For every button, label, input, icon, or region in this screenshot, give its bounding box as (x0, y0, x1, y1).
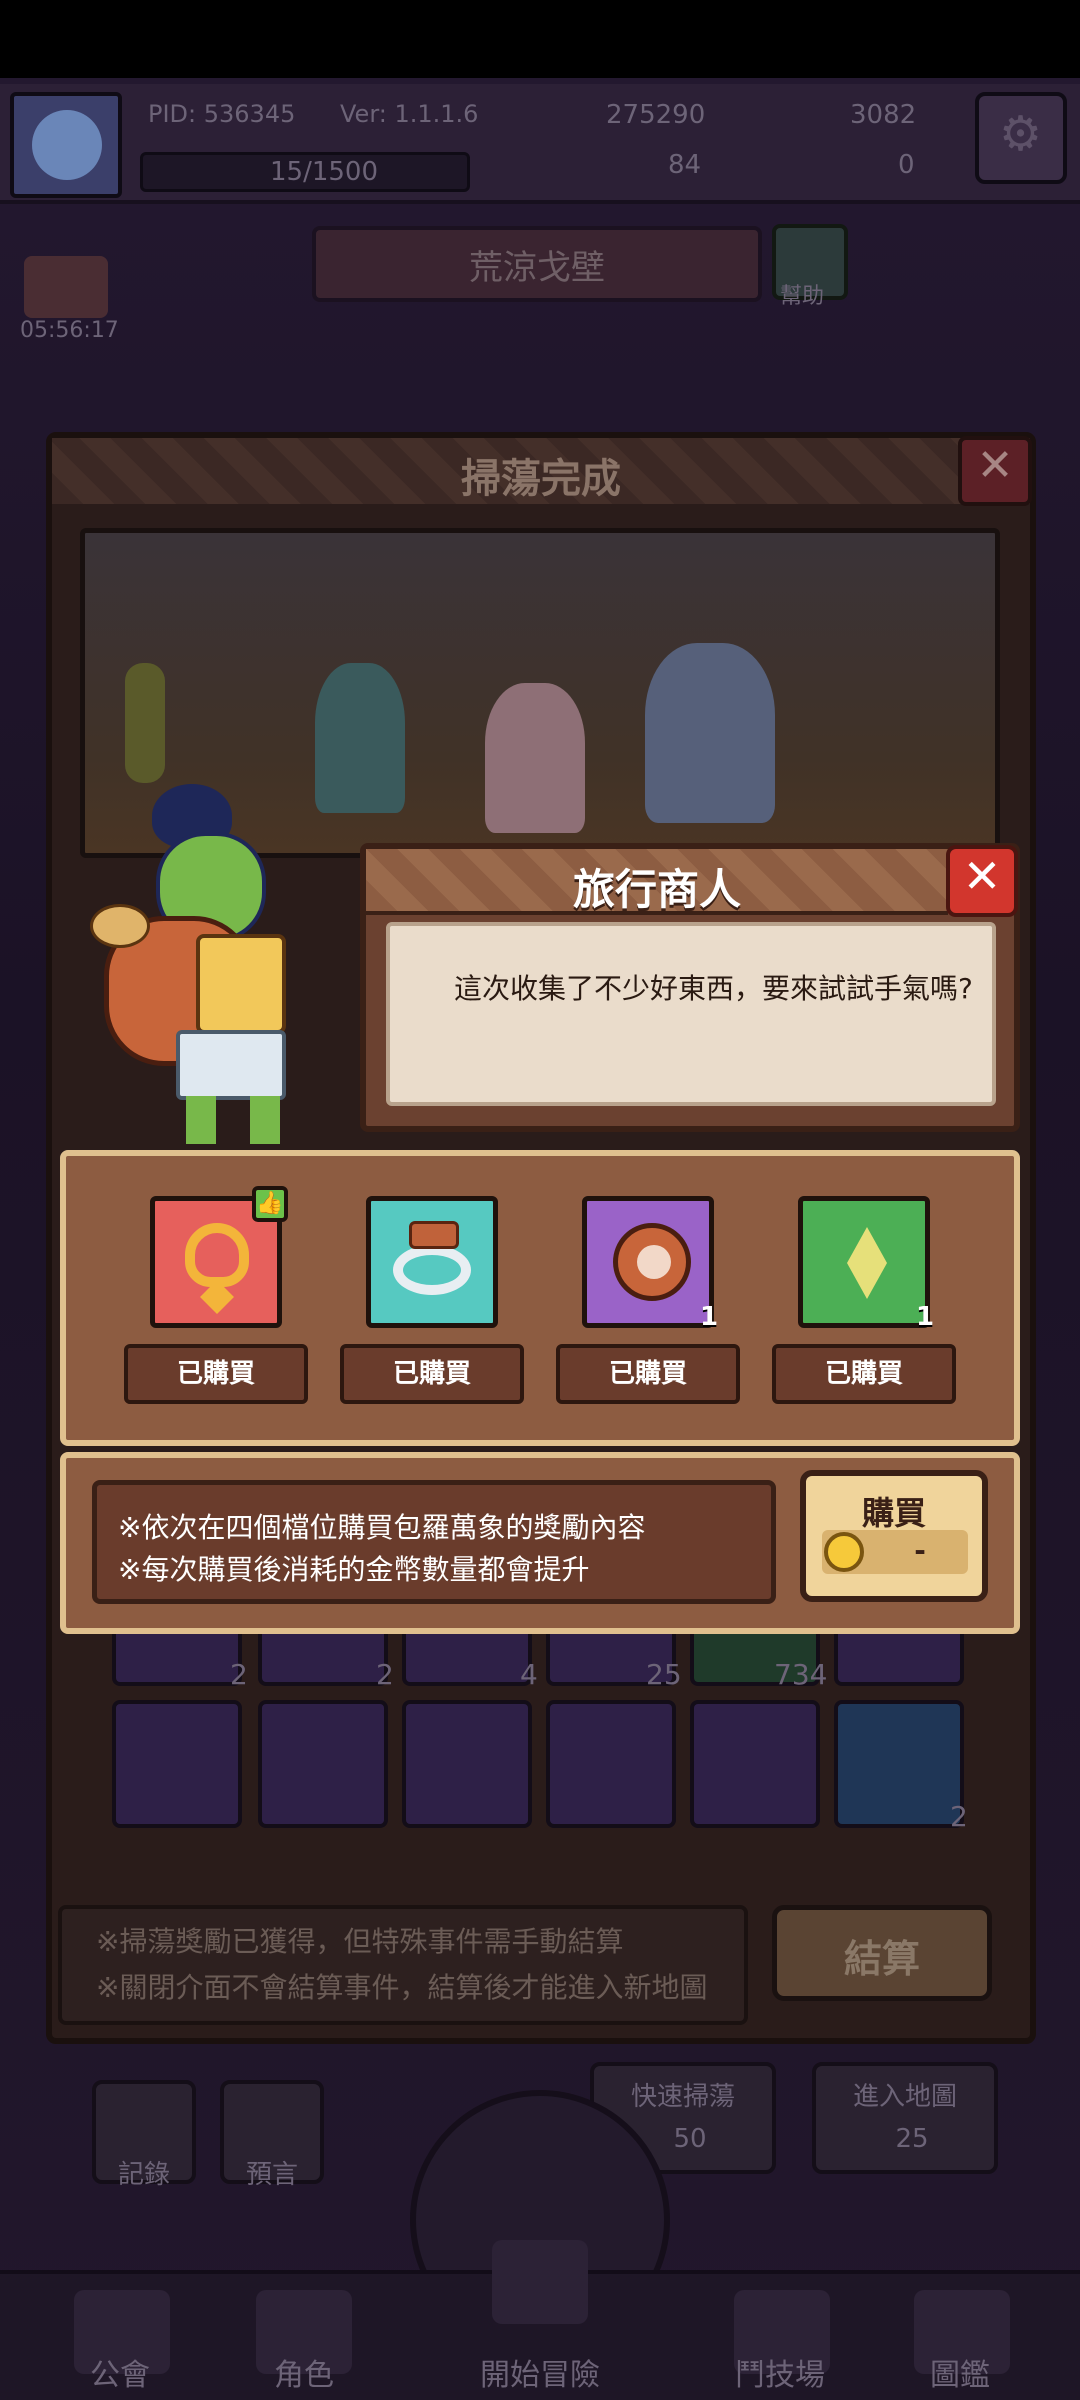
slot-bought-button[interactable]: 已購買 (556, 1344, 740, 1404)
yellow-crystal-icon[interactable] (798, 1196, 930, 1328)
fast-sweep-cost: 50 (673, 2124, 707, 2154)
merchant-info-line-2: ※每次購買後消耗的金幣數量都會提升 (118, 1553, 590, 1586)
cactus-icon (125, 663, 165, 783)
magnifier-icon[interactable] (492, 2240, 588, 2324)
slot-count: 1 (916, 1302, 935, 1332)
inventory-count: 2 (376, 1658, 394, 1691)
xp-text: 15/1500 (270, 157, 379, 187)
nav-codex[interactable]: 圖鑑 (890, 2350, 1030, 2394)
help-label: 幫助 (780, 284, 825, 309)
inventory-count: 2 (950, 1800, 968, 1833)
gold-coin-icon (824, 1532, 864, 1572)
slot-bought-button[interactable]: 已購買 (772, 1344, 956, 1404)
inventory-item[interactable] (258, 1630, 388, 1686)
boots-item-icon[interactable] (690, 1700, 820, 1828)
sweep-title: 掃蕩完成 (461, 456, 621, 502)
gift-event-icon[interactable] (24, 256, 108, 318)
amulet-heart-shape (185, 1223, 249, 1287)
game-version: Ver: 1.1.1.6 (340, 100, 479, 128)
merchant-shirt (196, 934, 286, 1034)
hero-bunny-icon (315, 663, 405, 813)
other-resource-count: 0 (898, 150, 915, 180)
merchant-speech-box (386, 922, 996, 1106)
player-id: PID: 536345 (148, 100, 296, 128)
close-icon: ✕ (976, 440, 1014, 491)
hero-catgirl-icon (485, 683, 585, 833)
bedroll-icon (90, 904, 150, 948)
preset-label: 預言 (245, 2160, 298, 2190)
necklace-item-icon[interactable] (112, 1700, 242, 1828)
meat-bone (637, 1245, 671, 1279)
merchant-leg (186, 1096, 216, 1144)
merchant-speech-text: 這次收集了不少好東西，要來試試手氣嗎? (454, 972, 973, 1005)
record-label: 記錄 (117, 2160, 170, 2190)
glove-item-icon[interactable] (546, 1700, 676, 1828)
enter-map-label: 進入地圖 (852, 2082, 957, 2112)
slot-bought-button[interactable]: 已購買 (124, 1344, 308, 1404)
gold-count: 275290 (606, 100, 706, 130)
settle-note-2: ※關閉介面不會結算事件，結算後才能進入新地圖 (96, 1971, 708, 2004)
settle-label: 結算 (843, 1937, 920, 1981)
buy-price: - (914, 1534, 926, 1567)
gem-count: 3082 (850, 100, 917, 130)
ring-band (393, 1245, 471, 1295)
inventory-count: 25 (646, 1658, 682, 1691)
meat-icon[interactable] (582, 1196, 714, 1328)
inventory-count: 4 (520, 1658, 538, 1691)
hood-item-icon[interactable] (258, 1700, 388, 1828)
diamond-ring-icon[interactable] (366, 1196, 498, 1328)
thumbs-up-icon: 👍 (252, 1186, 288, 1222)
bow-item-icon[interactable] (834, 1700, 964, 1828)
green-resource-count: 84 (668, 150, 702, 180)
inventory-item[interactable] (834, 1630, 964, 1686)
settle-note-1: ※掃蕩獎勵已獲得，但特殊事件需手動結算 (96, 1925, 624, 1958)
merchant-character (90, 784, 326, 1146)
nav-start-adventure[interactable]: 開始冒險 (430, 2350, 650, 2394)
crystal-shape (847, 1227, 887, 1299)
close-icon: ✕ (962, 849, 1002, 903)
slot-bought-button[interactable]: 已購買 (340, 1344, 524, 1404)
merchant-shorts (176, 1030, 286, 1100)
inventory-item[interactable] (112, 1630, 242, 1686)
enter-map-cost: 25 (895, 2124, 929, 2154)
inventory-item[interactable] (402, 1630, 532, 1686)
nav-arena[interactable]: 鬥技場 (700, 2350, 860, 2394)
nav-character[interactable]: 角色 (234, 2350, 374, 2394)
event-timer: 05:56:17 (20, 318, 119, 343)
hero-knight-icon (645, 643, 775, 823)
buy-label: 購買 (861, 1494, 926, 1532)
system-status-bar (0, 0, 1080, 78)
merchant-leg (250, 1096, 280, 1144)
inventory-count: 734 (774, 1658, 828, 1691)
fast-sweep-label: 快速掃蕩 (630, 2082, 735, 2112)
player-avatar[interactable] (10, 92, 122, 198)
slot-count: 1 (700, 1302, 719, 1332)
merchant-info-line-1: ※依次在四個檔位購買包羅萬象的獎勵內容 (118, 1511, 646, 1544)
map-title: 荒涼戈壁 (469, 248, 605, 288)
nav-guild[interactable]: 公會 (50, 2350, 190, 2394)
armor-item-icon[interactable] (402, 1700, 532, 1828)
merchant-title: 旅行商人 (572, 865, 741, 914)
settings-gear-icon[interactable] (975, 92, 1067, 184)
ring-stone (409, 1221, 459, 1249)
inventory-count: 2 (230, 1658, 248, 1691)
